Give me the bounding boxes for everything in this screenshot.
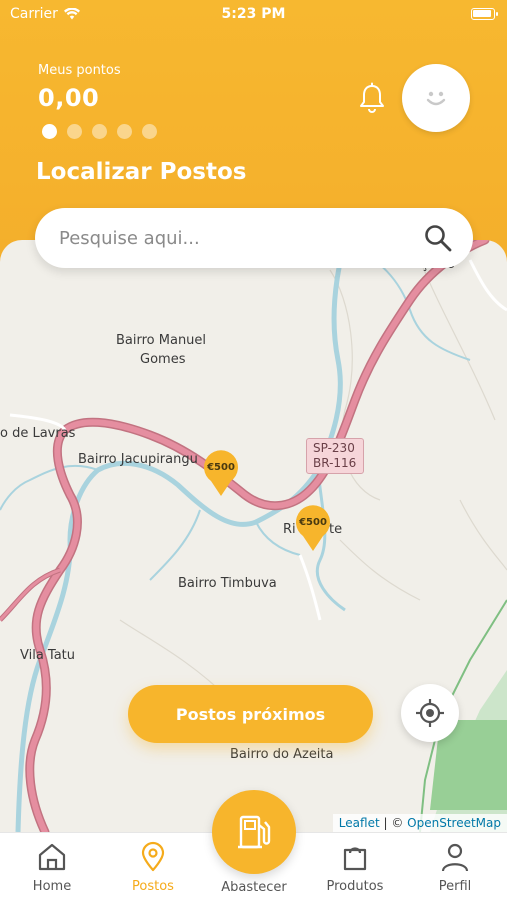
svg-text:€500: €500 (298, 517, 327, 528)
road-shield-line2: BR-116 (313, 456, 357, 470)
map-label-lavras: o de Lavras (0, 426, 76, 441)
tab-produtos-label: Produtos (326, 879, 384, 894)
carousel-dot-5[interactable] (142, 124, 157, 139)
bell-icon[interactable] (357, 82, 387, 114)
map-label-manuel-gomes-1: Bairro Manuel (116, 333, 207, 348)
road-shield-line1: SP-230 (313, 441, 355, 455)
leaflet-link[interactable]: Leaflet (339, 816, 380, 830)
user-icon (441, 843, 469, 872)
map-attribution: Leaflet | © OpenStreetMap (332, 814, 507, 832)
tab-perfil[interactable]: Perfil (405, 833, 505, 900)
search-bar (35, 208, 473, 268)
carousel-dot-2[interactable] (67, 124, 82, 139)
map-label-vila-tatu: Vila Tatu (20, 648, 76, 663)
avatar[interactable] (402, 64, 470, 132)
points-label: Meus pontos (38, 63, 121, 78)
tab-home-label: Home (32, 879, 72, 894)
tab-home[interactable]: Home (2, 833, 102, 900)
tab-perfil-label: Perfil (438, 879, 472, 894)
carousel-dot-4[interactable] (117, 124, 132, 139)
status-bar: Carrier 5:23 PM (0, 0, 507, 30)
search-input[interactable] (59, 227, 423, 249)
location-pin-icon (141, 841, 165, 872)
search-icon[interactable] (423, 223, 453, 253)
map-label-manuel-gomes-2: Gomes (140, 352, 186, 367)
map-label-jacupiranga: Bairro Jacupirangu (78, 452, 198, 467)
svg-text:€500: €500 (206, 462, 235, 473)
page-title: Localizar Postos (36, 159, 247, 185)
station-pin[interactable]: €500 (201, 447, 241, 497)
nearby-stations-button[interactable]: Postos próximos (128, 685, 373, 743)
fuel-pump-icon (238, 815, 271, 849)
crosshair-icon (416, 699, 444, 727)
map-label-azeita: Bairro do Azeita (230, 747, 334, 762)
map[interactable]: Bairro Gonçalos Bairro Manuel Gomes o de… (0, 240, 507, 832)
map-label-timbuva: Bairro Timbuva (178, 576, 277, 591)
road-shield: SP-230 BR-116 (306, 438, 364, 474)
attribution-separator: | © (379, 816, 408, 830)
shopping-bag-icon (343, 847, 367, 871)
station-pin[interactable]: €500 (293, 502, 333, 552)
carousel-dots (42, 124, 157, 139)
home-icon (38, 843, 66, 871)
tab-postos-label: Postos (132, 879, 174, 894)
tab-postos[interactable]: Postos (103, 833, 203, 900)
points-value: 0,00 (38, 84, 100, 112)
tab-abastecer-label[interactable]: Abastecer (204, 880, 304, 895)
battery-icon (471, 8, 498, 20)
osm-link[interactable]: OpenStreetMap (407, 816, 501, 830)
refuel-button[interactable] (212, 790, 296, 874)
locate-me-button[interactable] (401, 684, 459, 742)
status-time: 5:23 PM (221, 6, 286, 22)
map-tiles (0, 240, 507, 832)
smiley-icon (426, 91, 446, 106)
carousel-dot-1[interactable] (42, 124, 57, 139)
carousel-dot-3[interactable] (92, 124, 107, 139)
tab-produtos[interactable]: Produtos (305, 833, 405, 900)
